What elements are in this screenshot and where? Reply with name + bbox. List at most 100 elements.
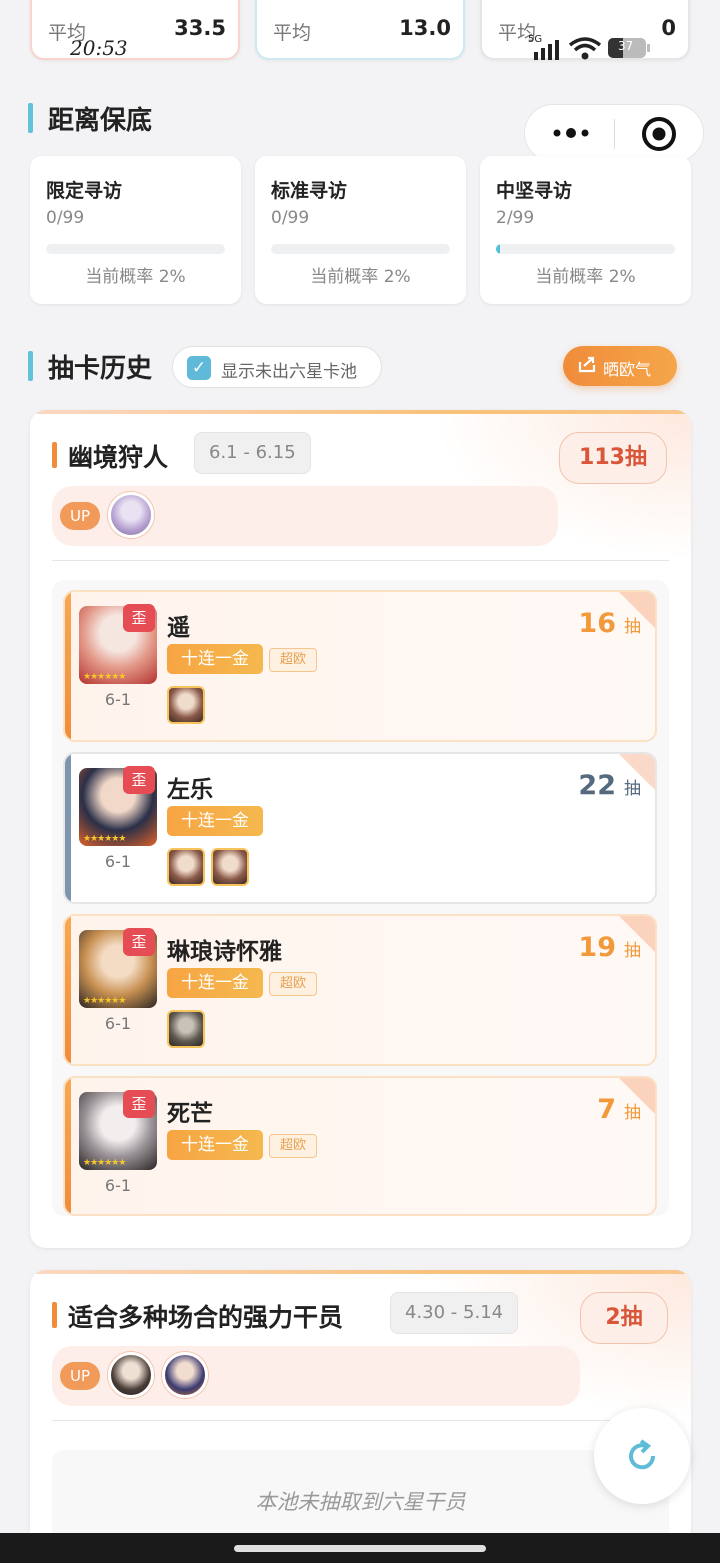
five-star-avatar [167,686,205,724]
up-operators-bar: UP [52,486,558,546]
pity-name: 中坚寻访 [496,180,573,202]
up-badge: UP [60,502,100,530]
six-star-rating: ★★★★★★ [83,834,126,844]
five-star-operators [167,686,211,726]
pull-count-unit: 抽 [624,1103,641,1123]
up-operator-avatar[interactable] [108,492,154,538]
share-icon [577,354,597,379]
six-star-rating: ★★★★★★ [83,996,126,1006]
pity-section-title: 距离保底 [28,100,152,137]
off-banner-badge: 歪 [123,604,155,632]
up-operators-bar: UP [52,1346,580,1406]
stat-value: 13.0 [399,16,451,40]
pity-progress-bar [271,244,450,254]
pity-progress-bar [496,244,675,254]
ten-pull-gold-tag: 十连一金 [167,1130,263,1160]
pity-rate: 当前概率 2% [85,267,186,287]
battery-tip [647,44,650,52]
battery-level: 37 [618,39,634,53]
home-indicator[interactable] [234,1545,486,1552]
card-edge [65,592,71,740]
five-star-operators [167,848,255,888]
checkmark-icon[interactable]: ✓ [187,356,211,380]
pity-rate: 当前概率 2% [535,267,636,287]
pity-card-core: 中坚寻访 2/99 当前概率 2% [480,156,691,304]
pool-total-pulls: 113抽 [559,432,667,484]
share-luck-button[interactable]: 晒欧气 [563,346,677,386]
pull-count-value: 16 [578,608,616,639]
stat-value: 0 [661,16,676,40]
pool-total-pulls: 2抽 [580,1292,668,1344]
battery-icon: 37 [608,38,646,58]
pull-count-unit: 抽 [624,779,641,799]
pull-count: 19 抽 [578,932,641,963]
pool-date: 6.1 - 6.15 [194,432,311,474]
pool-divider [52,1420,669,1421]
status-time: 20:53 [70,36,128,60]
refresh-button[interactable] [594,1408,690,1504]
stat-label: 平均 [273,22,312,44]
show-empty-pools-toggle[interactable]: ✓ 显示未出六星卡池 [172,346,382,388]
operator-name: 左乐 [167,777,213,803]
pull-stage: 6-1 [104,852,132,871]
pool-card: 幽境狩人 6.1 - 6.15 113抽 UP ★★★★★★ 歪 6-1 遥 十… [30,410,691,1248]
card-edge [65,916,71,1064]
up-operator-avatar[interactable] [108,1352,154,1398]
card-edge [65,754,71,902]
pull-record-card[interactable]: ★★★★★★ 歪 6-1 死芒 十连一金 超欧 7抽 [63,1076,657,1216]
capsule-divider [614,119,615,149]
up-operator-avatar[interactable] [162,1352,208,1398]
pull-record-card[interactable]: ★★★★★★ 歪 6-1 遥 十连一金 超欧 16 抽 [63,590,657,742]
pity-progress-fill [496,244,501,254]
pull-count: 22 抽 [578,770,641,801]
toggle-label: 显示未出六星卡池 [221,362,357,382]
more-dots-icon[interactable] [551,121,591,145]
pull-record-card[interactable]: ★★★★★★ 歪 6-1 左乐 十连一金 22 抽 [63,752,657,904]
pool-date: 4.30 - 5.14 [390,1292,519,1334]
pity-name: 限定寻访 [46,180,123,202]
up-badge: UP [60,1362,100,1390]
super-lucky-badge: 超欧 [269,648,317,672]
pull-count-value: 22 [578,770,616,801]
operator-name: 死芒 [167,1101,213,1127]
super-lucky-badge: 超欧 [269,972,317,996]
status-icons: 5G 37 [524,34,654,60]
pity-count: 0/99 [271,208,310,228]
pull-count-value: 7 [597,1094,616,1125]
pull-record-card[interactable]: ★★★★★★ 歪 6-1 琳琅诗怀雅 十连一金 超欧 19 抽 [63,914,657,1066]
pool-name: 适合多种场合的强力干员 [52,1298,343,1334]
stat-value: 33.5 [174,16,226,40]
off-banner-badge: 歪 [123,1090,155,1118]
pull-stage: 6-1 [104,690,132,709]
ten-pull-gold-tag: 十连一金 [167,806,263,836]
five-star-avatar [167,848,205,886]
pity-rate: 当前概率 2% [310,267,411,287]
card-edge [65,1078,71,1214]
five-star-operators [167,1010,211,1050]
operator-name: 遥 [167,615,190,641]
share-label: 晒欧气 [603,360,652,379]
pity-count: 0/99 [46,208,85,228]
pity-card-limited: 限定寻访 0/99 当前概率 2% [30,156,241,304]
off-banner-badge: 歪 [123,766,155,794]
pity-count: 2/99 [496,208,535,228]
stat-card-limited: 平均 33.5 [30,0,240,60]
ten-pull-gold-tag: 十连一金 [167,644,263,674]
refresh-icon [624,1438,660,1478]
operator-name: 琳琅诗怀雅 [167,939,282,965]
no-six-star-message: 本池未抽取到六星干员 [255,1490,466,1514]
pool-card: 适合多种场合的强力干员 4.30 - 5.14 2抽 UP 本池未抽取到六星干员 [30,1270,691,1563]
signal-icon [534,40,559,60]
stat-card-standard: 平均 13.0 [255,0,465,60]
pull-count-unit: 抽 [624,941,641,961]
five-star-avatar [211,848,249,886]
pool-divider [52,560,669,561]
pull-count-unit: 抽 [624,617,641,637]
pity-progress-bar [46,244,225,254]
pity-name: 标准寻访 [271,180,348,202]
mini-program-capsule [524,104,704,162]
system-nav-bar [0,1533,720,1563]
five-star-avatar [167,1010,205,1048]
six-star-rating: ★★★★★★ [83,1158,126,1168]
target-icon[interactable] [641,116,677,152]
